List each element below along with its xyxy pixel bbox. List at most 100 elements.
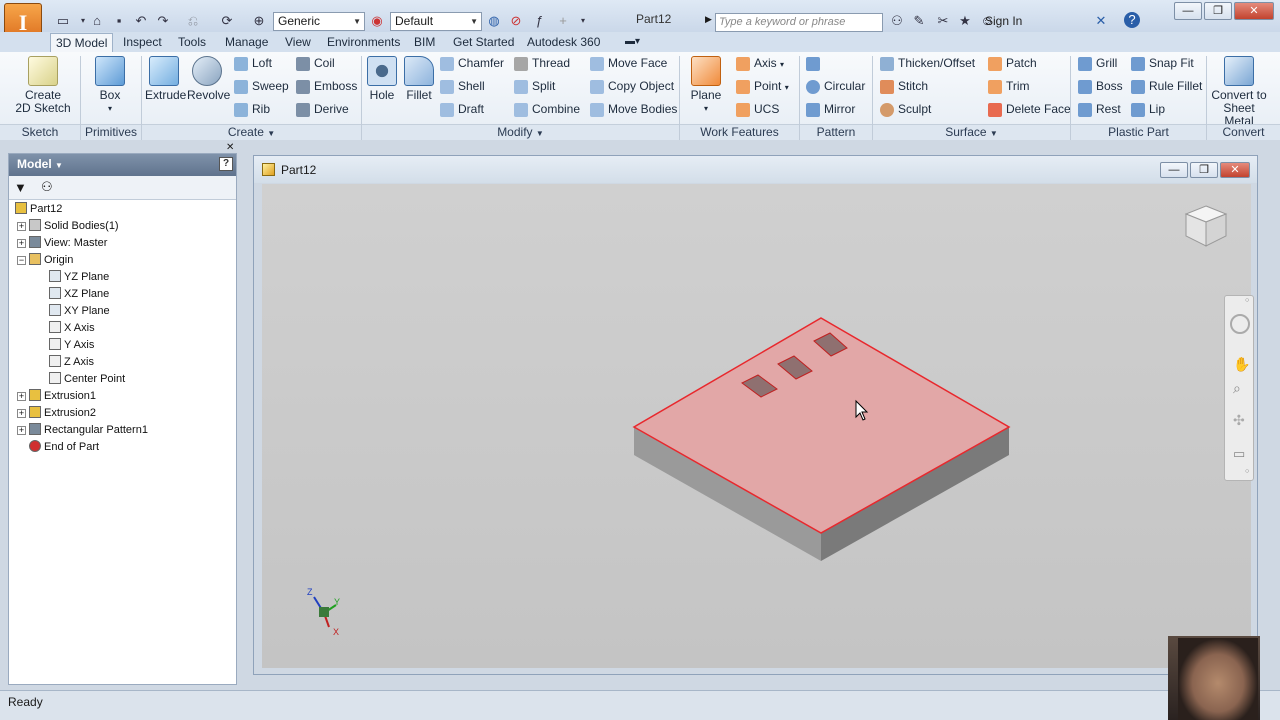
close-nav-icon[interactable]: ○	[1245, 297, 1249, 304]
tab-get-started[interactable]: Get Started	[448, 33, 519, 52]
select-icon[interactable]: ⊕	[250, 12, 268, 30]
expand-icon[interactable]: +	[17, 239, 26, 248]
rib-button[interactable]: Rib	[234, 99, 270, 119]
group-label-create[interactable]: Create ▼	[142, 124, 361, 140]
rest-button[interactable]: Rest	[1078, 99, 1121, 119]
thread-button[interactable]: Thread	[514, 53, 570, 73]
copy-object-button[interactable]: Copy Object	[590, 76, 674, 96]
tree-node[interactable]: Center Point	[13, 371, 233, 388]
loft-button[interactable]: Loft	[234, 53, 272, 73]
fillet-button[interactable]: Fillet	[402, 56, 436, 102]
sign-in-link[interactable]: Sign In	[985, 14, 1022, 28]
material-dropdown[interactable]: Default ▼	[390, 12, 482, 31]
point-button[interactable]: Point ▾	[736, 76, 789, 96]
mirror-button[interactable]: Mirror	[806, 99, 855, 119]
viewcube[interactable]	[1182, 202, 1230, 250]
wrench-icon[interactable]: ✎	[910, 12, 928, 30]
tree-node[interactable]: + Solid Bodies(1)	[13, 218, 233, 235]
search-expand-icon[interactable]: ▶	[705, 14, 712, 25]
tree-node[interactable]: Y Axis	[13, 337, 233, 354]
move-bodies-button[interactable]: Move Bodies	[590, 99, 677, 119]
tree-node[interactable]: XY Plane	[13, 303, 233, 320]
close-panel-icon[interactable]: ✕	[226, 142, 234, 153]
minimize-button[interactable]: —	[1174, 2, 1202, 20]
snap-fit-button[interactable]: Snap Fit	[1131, 53, 1194, 73]
selected-top-face[interactable]	[632, 317, 1011, 534]
hole-button[interactable]: Hole	[365, 56, 399, 102]
axis-button[interactable]: Axis ▾	[736, 53, 784, 73]
customize-dropdown-icon[interactable]: ▾	[574, 12, 592, 30]
chamfer-button[interactable]: Chamfer	[440, 53, 504, 73]
circular-pattern-button[interactable]: Circular	[806, 76, 865, 96]
binoculars-icon[interactable]: ⚇	[41, 179, 53, 195]
search-input[interactable]: Type a keyword or phrase	[715, 13, 883, 32]
create-2d-sketch-button[interactable]: Create 2D Sketch	[14, 56, 72, 115]
tree-node[interactable]: XZ Plane	[13, 286, 233, 303]
tab-bim[interactable]: BIM	[409, 33, 440, 52]
extrude-button[interactable]: Extrude	[145, 56, 186, 102]
delete-face-button[interactable]: Delete Face	[988, 99, 1071, 119]
graphics-viewport[interactable]: Z Y X ○ ✋ ⌕ ✣ ▭ ○	[262, 184, 1254, 668]
help-icon[interactable]: ?	[219, 157, 233, 171]
tree-node[interactable]: X Axis	[13, 320, 233, 337]
maximize-button[interactable]: ❐	[1204, 2, 1232, 20]
split-button[interactable]: Split	[514, 76, 555, 96]
exchange-icon[interactable]: ✕	[1092, 12, 1110, 30]
tree-node[interactable]: − Origin	[13, 252, 233, 269]
customize-nav-icon[interactable]: ○	[1245, 468, 1249, 475]
coil-button[interactable]: Coil	[296, 53, 335, 73]
ucs-button[interactable]: UCS	[736, 99, 779, 119]
combine-button[interactable]: Combine	[514, 99, 580, 119]
clear-appearance-icon[interactable]: ⊘	[507, 12, 525, 30]
sweep-button[interactable]: Sweep	[234, 76, 289, 96]
ribbon-options-icon[interactable]: ▬▾	[620, 33, 645, 52]
group-label-surface[interactable]: Surface ▼	[873, 124, 1070, 140]
doc-close-button[interactable]: ✕	[1220, 162, 1250, 178]
shell-button[interactable]: Shell	[440, 76, 485, 96]
favorites-icon[interactable]: ★	[956, 12, 974, 30]
stitch-button[interactable]: Stitch	[880, 76, 928, 96]
measure-icon[interactable]: ◍	[485, 12, 503, 30]
collapse-icon[interactable]: −	[17, 256, 26, 265]
derive-button[interactable]: Derive	[296, 99, 349, 119]
plane-button[interactable]: Plane ▾	[688, 56, 724, 115]
tree-node[interactable]: + View: Master	[13, 235, 233, 252]
group-label-modify[interactable]: Modify ▼	[362, 124, 679, 140]
new-icon[interactable]: ▭	[54, 12, 72, 30]
rule-fillet-button[interactable]: Rule Fillet	[1131, 76, 1202, 96]
redo-icon[interactable]: ↷	[154, 12, 172, 30]
box-button[interactable]: Box ▾	[88, 56, 132, 115]
boss-button[interactable]: Boss	[1078, 76, 1123, 96]
binoculars-icon[interactable]: ⚇	[888, 12, 906, 30]
doc-restore-button[interactable]: ❐	[1190, 162, 1218, 178]
thicken-offset-button[interactable]: Thicken/Offset	[880, 53, 975, 73]
zoom-icon[interactable]: ⌕	[1233, 380, 1241, 397]
tree-node[interactable]: End of Part	[13, 439, 233, 456]
tree-node[interactable]: YZ Plane	[13, 269, 233, 286]
browser-header[interactable]: Model ▼ ?	[9, 154, 236, 176]
fx-icon[interactable]: ƒ	[530, 12, 548, 30]
convert-to-sheet-metal-button[interactable]: Convert to Sheet Metal	[1208, 56, 1270, 128]
expand-icon[interactable]: +	[17, 222, 26, 231]
patch-button[interactable]: Patch	[988, 53, 1037, 73]
tab-inspect[interactable]: Inspect	[118, 33, 167, 52]
draft-button[interactable]: Draft	[440, 99, 484, 119]
expand-icon[interactable]: +	[17, 426, 26, 435]
tree-node[interactable]: + Rectangular Pattern1	[13, 422, 233, 439]
revolve-button[interactable]: Revolve	[187, 56, 230, 102]
tree-node[interactable]: Part12	[13, 201, 233, 218]
tab-autodesk-360[interactable]: Autodesk 360	[522, 33, 605, 52]
help-icon[interactable]: ?	[1124, 12, 1140, 28]
emboss-button[interactable]: Emboss	[296, 76, 357, 96]
document-tab[interactable]: Part12 — ❐ ✕	[254, 156, 1257, 183]
tree-node[interactable]: + Extrusion2	[13, 405, 233, 422]
save-icon[interactable]: ▪	[110, 12, 128, 30]
tab-manage[interactable]: Manage	[220, 33, 273, 52]
tab-tools[interactable]: Tools	[173, 33, 211, 52]
undo-icon[interactable]: ↶	[132, 12, 150, 30]
tab-environments[interactable]: Environments	[322, 33, 405, 52]
expand-icon[interactable]: +	[17, 409, 26, 418]
expand-icon[interactable]: +	[17, 392, 26, 401]
return-icon[interactable]: ⎌	[184, 12, 202, 30]
plus-icon[interactable]: +	[554, 12, 572, 30]
